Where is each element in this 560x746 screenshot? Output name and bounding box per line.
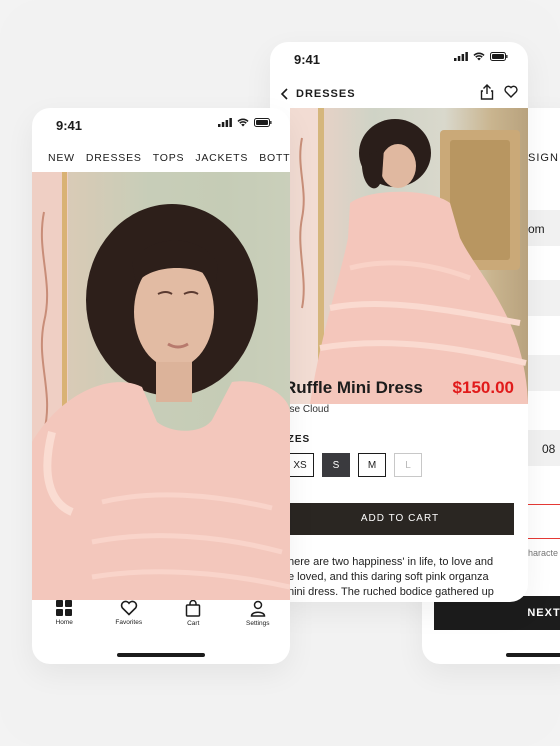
product-description: here are two happiness' in life, to love…	[288, 555, 520, 600]
tab-settings[interactable]: Settings	[228, 600, 288, 640]
add-to-cart-button[interactable]: ADD TO CART	[286, 503, 514, 535]
size-option-s[interactable]: S	[322, 453, 350, 477]
birthdate-field[interactable]: 08	[528, 430, 560, 466]
wifi-icon	[473, 52, 485, 61]
category-title[interactable]: DRESSES	[296, 88, 356, 100]
size-option-m[interactable]: M	[358, 453, 386, 477]
tab-label: Cart	[187, 620, 200, 627]
email-field[interactable]: om	[528, 210, 560, 246]
product-name: Ruffle Mini Dress	[284, 378, 423, 397]
product-photo-illustration	[290, 108, 528, 404]
size-option-xs[interactable]: XS	[286, 453, 314, 477]
category-tab-jackets[interactable]: JACKETS	[195, 152, 248, 164]
tab-label: Home	[55, 619, 73, 626]
signal-icon	[218, 118, 232, 127]
status-bar: 9:41	[270, 42, 528, 72]
phone-field[interactable]	[528, 355, 560, 391]
description-line: e loved, and this daring soft pink organ…	[288, 571, 489, 583]
category-tab-new[interactable]: NEW	[48, 152, 75, 164]
status-time: 9:41	[56, 118, 83, 133]
category-tab-bottoms[interactable]: BOTTO	[259, 152, 290, 164]
product-price: $150.00	[452, 378, 514, 397]
battery-icon	[490, 52, 508, 61]
product-screen: 9:41 DRESSES Ruffle Mini Dress $150.00 o…	[270, 42, 528, 602]
hero-photo-illustration	[32, 172, 290, 600]
share-icon[interactable]	[480, 84, 494, 105]
home-indicator	[506, 653, 560, 657]
birthdate-value: 08	[542, 442, 556, 456]
category-tab-tops[interactable]: TOPS	[153, 152, 185, 164]
tab-home[interactable]: Home	[34, 600, 94, 640]
size-option-l[interactable]: L	[394, 453, 422, 477]
status-icons	[454, 52, 508, 61]
home-screen: 9:41 NEW DRESSES TOPS JACKETS BOTTO	[32, 108, 290, 664]
grid-icon	[56, 600, 73, 616]
heart-icon	[120, 600, 137, 616]
password-hint: haracte	[528, 548, 559, 558]
hero-image[interactable]	[32, 172, 290, 600]
person-icon	[250, 600, 266, 617]
product-image[interactable]	[290, 108, 528, 404]
name-field[interactable]	[528, 280, 560, 316]
signal-icon	[454, 52, 468, 61]
category-tabs: NEW DRESSES TOPS JACKETS BOTTO	[48, 152, 290, 164]
password-error-line	[528, 504, 560, 505]
favorite-heart-icon[interactable]	[504, 85, 518, 103]
tab-label: Settings	[246, 620, 270, 627]
description-line: here are two happiness' in life, to love…	[288, 556, 494, 568]
status-icons	[218, 118, 272, 127]
battery-icon	[254, 118, 272, 127]
tab-cart[interactable]: Cart	[163, 600, 223, 640]
wifi-icon	[237, 118, 249, 127]
confirm-error-line	[528, 538, 560, 539]
back-chevron-icon[interactable]	[280, 87, 290, 104]
category-tab-dresses[interactable]: DRESSES	[86, 152, 142, 164]
product-color: ose Cloud	[284, 404, 330, 415]
status-bar: 9:41	[32, 108, 290, 138]
tab-favorites[interactable]: Favorites	[99, 600, 159, 640]
tab-label: Favorites	[115, 619, 143, 626]
signup-title: SIGN U	[528, 152, 560, 164]
email-field-value: om	[528, 222, 545, 236]
product-nav: DRESSES	[270, 84, 528, 106]
status-time: 9:41	[294, 52, 321, 67]
size-selector: XS S M L	[286, 453, 422, 477]
home-indicator	[117, 653, 205, 657]
bottom-tab-bar: Home Favorites Cart Settings	[32, 600, 290, 640]
description-line: nini dress. The ruched bodice gathered u…	[288, 586, 494, 598]
bag-icon	[186, 600, 201, 617]
